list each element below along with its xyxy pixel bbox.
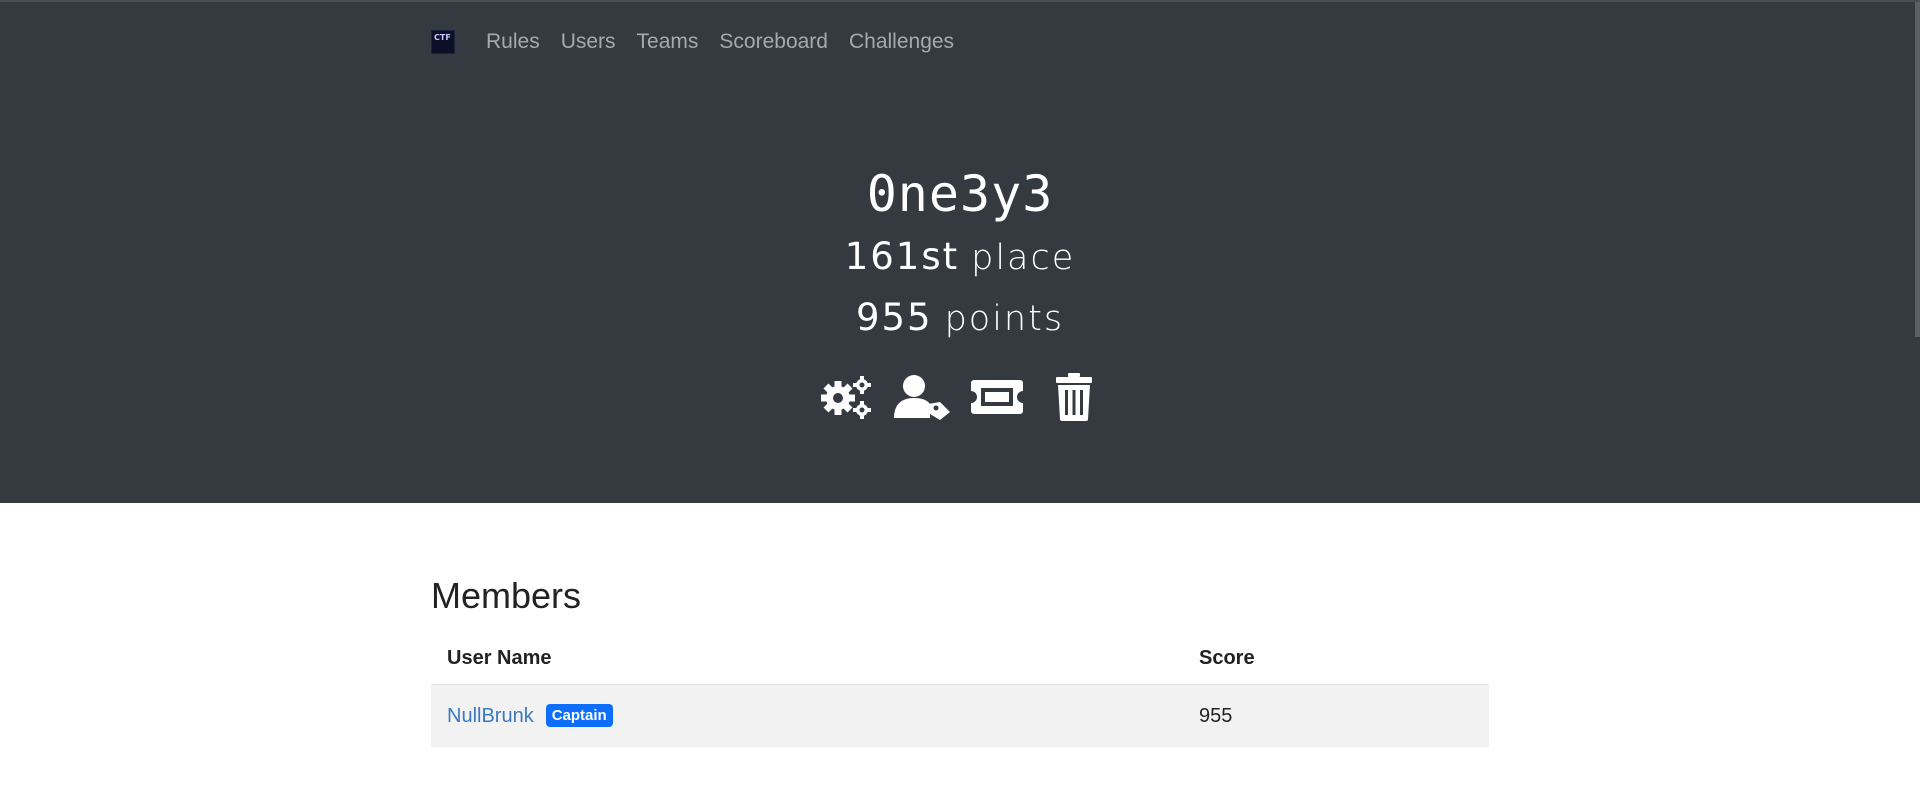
nav-link-teams[interactable]: Teams bbox=[637, 30, 699, 54]
table-header-row: User Name Score bbox=[431, 633, 1489, 685]
member-user-cell: NullBrunk Captain bbox=[431, 685, 1183, 748]
nav-link-users[interactable]: Users bbox=[561, 30, 616, 54]
trash-icon bbox=[1056, 373, 1092, 421]
table-row: NullBrunk Captain 955 bbox=[431, 684, 1489, 748]
user-tag-icon bbox=[894, 375, 950, 420]
nav-link-scoreboard[interactable]: Scoreboard bbox=[719, 30, 828, 54]
site-logo[interactable]: CTF bbox=[431, 30, 455, 54]
points-value: 955 bbox=[855, 296, 933, 339]
members-table: User Name Score NullBrunk Captain 955 bbox=[431, 633, 1489, 747]
captain-badge: Captain bbox=[545, 704, 613, 727]
top-navbar: CTF Rules Users Teams Scoreboard Challen… bbox=[431, 30, 975, 54]
place-value: 161st bbox=[844, 235, 960, 278]
nav-link-rules[interactable]: Rules bbox=[486, 30, 540, 54]
team-summary: 0ne3y3 161st place 955 points bbox=[0, 162, 1920, 348]
delete-button[interactable] bbox=[1046, 372, 1102, 422]
points-label: points bbox=[944, 299, 1065, 339]
ticket-button[interactable] bbox=[970, 372, 1026, 422]
member-user-link[interactable]: NullBrunk bbox=[447, 705, 534, 727]
members-title: Members bbox=[431, 575, 582, 616]
column-header-user-name: User Name bbox=[431, 633, 1183, 685]
members-section: Members User Name Score NullBrunk Captain… bbox=[431, 575, 1489, 747]
team-settings-button[interactable] bbox=[818, 372, 874, 422]
logo-text: CTF bbox=[434, 33, 451, 42]
nav-link-challenges[interactable]: Challenges bbox=[849, 30, 954, 54]
column-header-score: Score bbox=[1183, 633, 1489, 685]
team-place: 161st place bbox=[0, 228, 1920, 287]
team-actions bbox=[0, 372, 1920, 422]
place-label: place bbox=[971, 238, 1076, 278]
team-name: 0ne3y3 bbox=[866, 165, 1054, 223]
settings-cogs-icon bbox=[821, 376, 871, 419]
team-points: 955 points bbox=[0, 289, 1920, 348]
member-score: 955 bbox=[1199, 704, 1233, 727]
team-header: CTF Rules Users Teams Scoreboard Challen… bbox=[0, 0, 1920, 503]
user-tag-button[interactable] bbox=[894, 372, 950, 422]
ticket-icon bbox=[971, 380, 1023, 414]
